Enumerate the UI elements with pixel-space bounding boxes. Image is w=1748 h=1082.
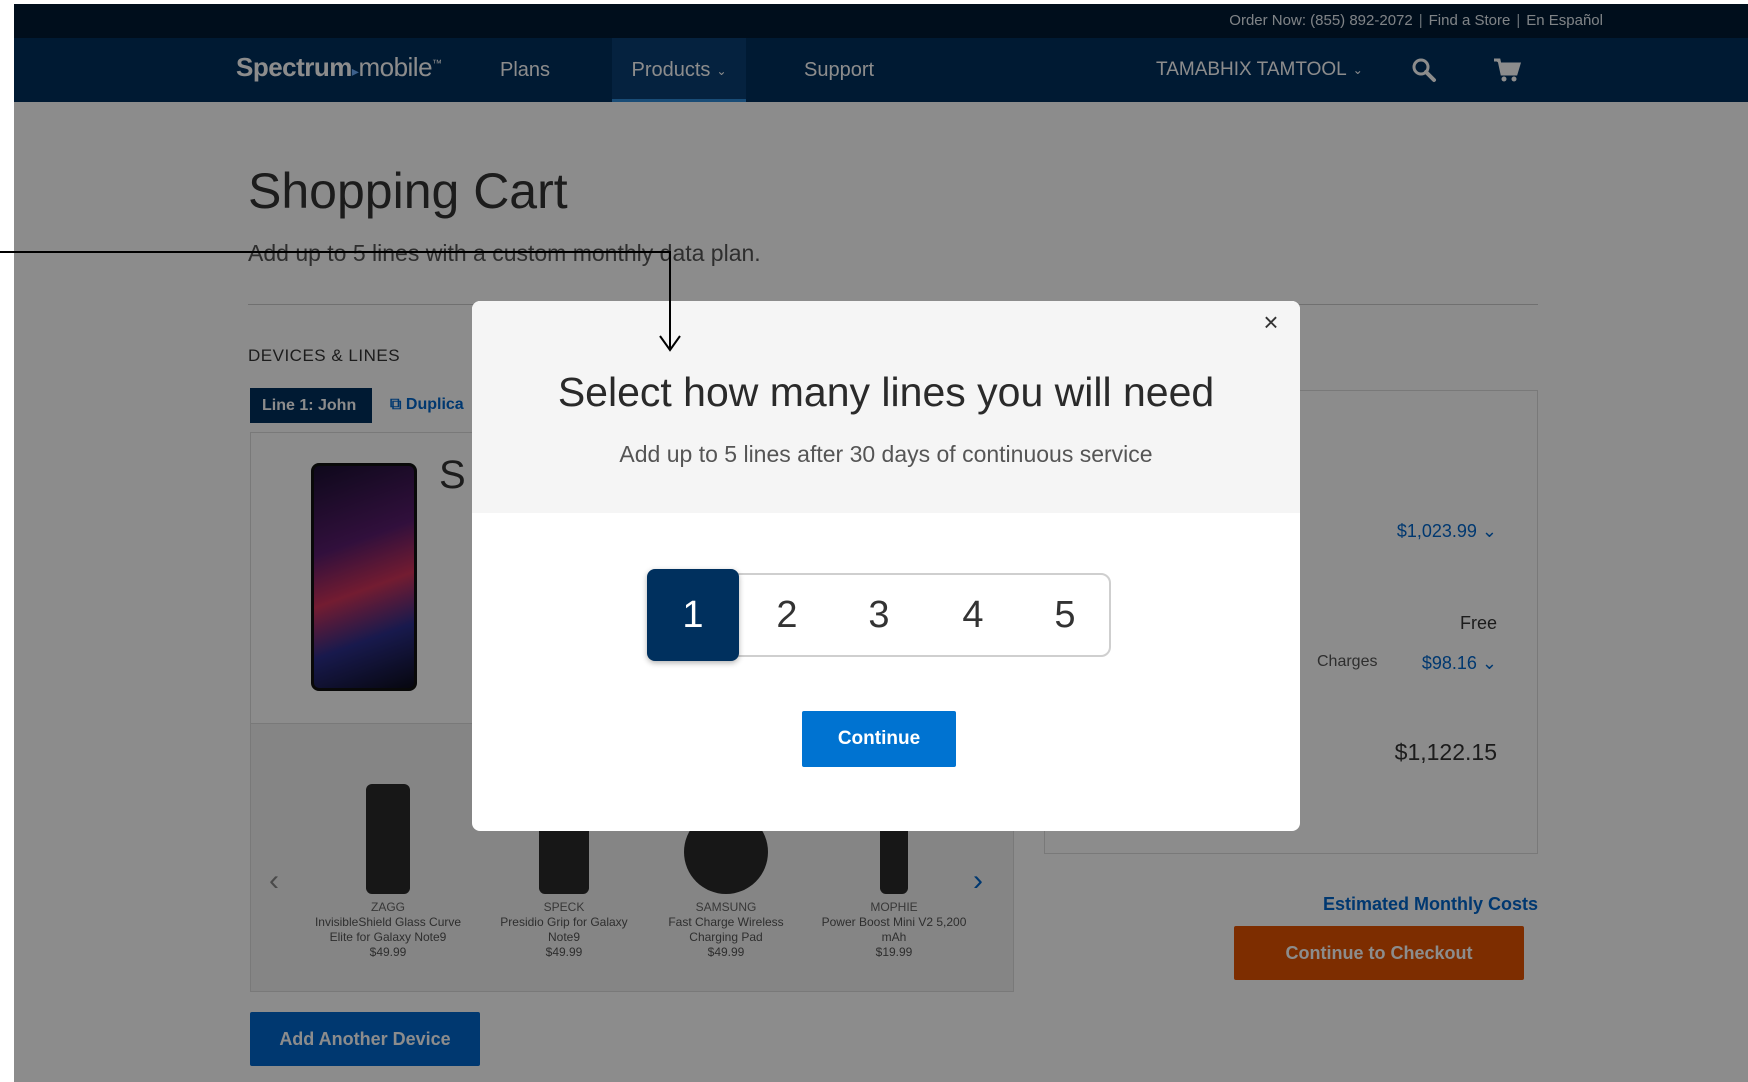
line-count-picker: 1 2 3 4 5 [647,569,1111,661]
line-option-4[interactable]: 4 [927,573,1019,657]
line-option-1[interactable]: 1 [647,569,739,661]
modal-subtitle: Add up to 5 lines after 30 days of conti… [619,441,1153,467]
line-count-modal: × Select how many lines you will need Ad… [472,301,1300,831]
continue-button[interactable]: Continue [802,711,956,767]
browser-viewport: Order Now: (855) 892-2072 | Find a Store… [14,4,1748,1082]
modal-title: Select how many lines you will need [557,369,1215,415]
line-option-5[interactable]: 5 [1019,573,1111,657]
line-option-3[interactable]: 3 [833,573,925,657]
close-icon[interactable]: × [1256,307,1286,337]
line-option-2[interactable]: 2 [741,573,833,657]
